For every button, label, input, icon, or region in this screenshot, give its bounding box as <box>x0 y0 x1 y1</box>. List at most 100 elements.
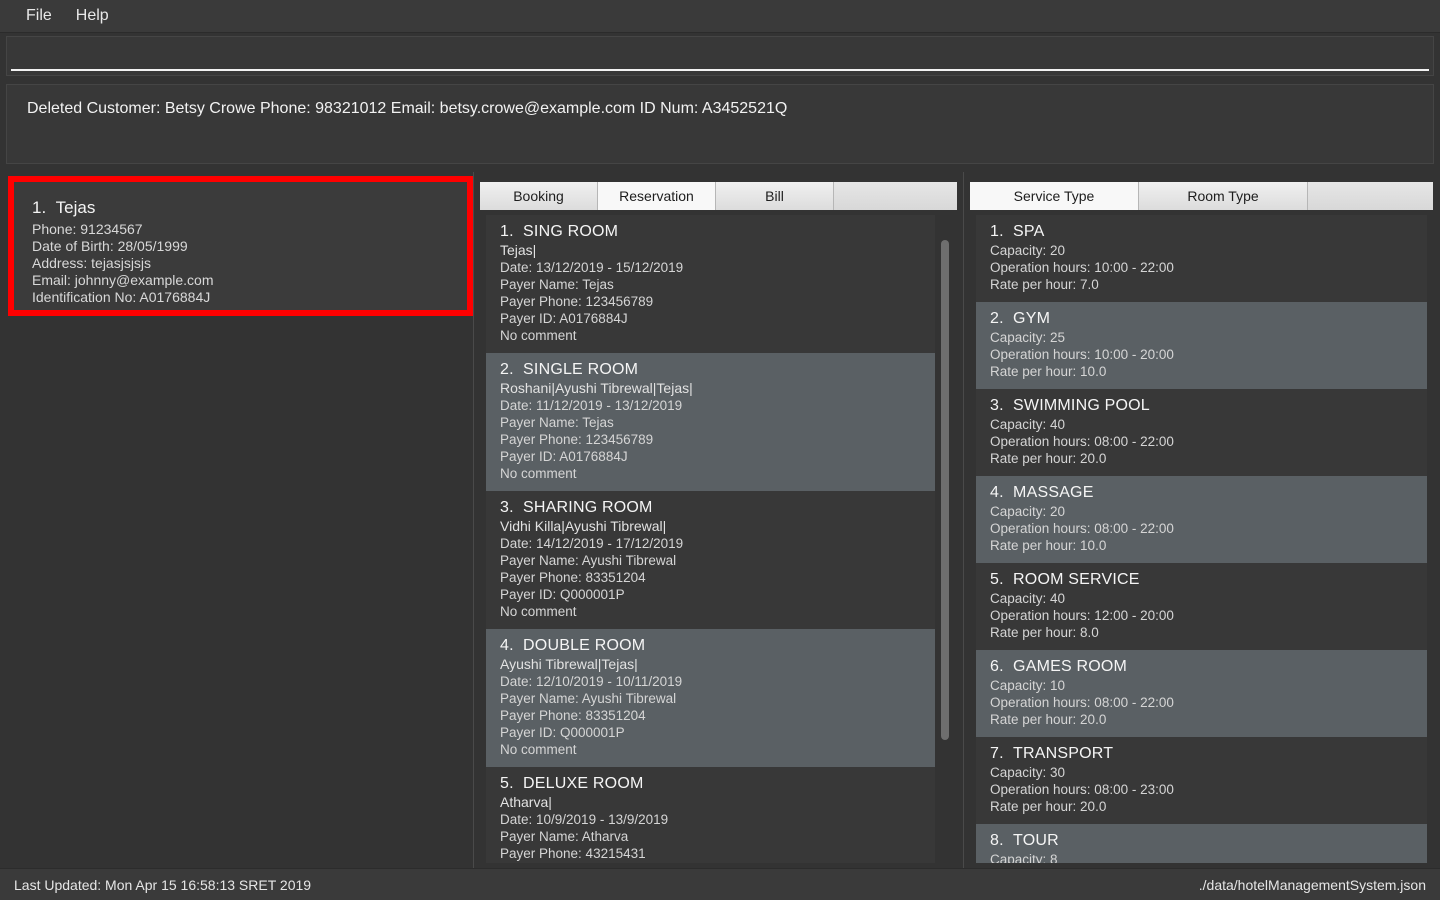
reservation-payer-name: Payer Name: Ayushi Tibrewal <box>500 691 677 706</box>
service-name: SPA <box>1013 223 1045 240</box>
tab-bill[interactable]: Bill <box>716 182 834 210</box>
customer-dob: Date of Birth: 28/05/1999 <box>32 238 188 254</box>
service-tabstrip: Service Type Room Type <box>970 182 1433 210</box>
reservation-payer-id: Payer ID: Q1231432P <box>500 862 935 863</box>
service-rate: Rate per hour: 20.0 <box>990 799 1107 814</box>
tabstrip-filler <box>1308 182 1433 210</box>
list-item[interactable]: 5. DELUXE ROOM Atharva| Date: 10/9/2019 … <box>486 767 935 863</box>
deleted-customer-message: Deleted Customer: Betsy Crowe Phone: 983… <box>27 100 788 117</box>
reservation-date: Date: 14/12/2019 - 17/12/2019 <box>500 536 684 551</box>
list-item[interactable]: 2. SINGLE ROOM Roshani|Ayushi Tibrewal|T… <box>486 353 935 491</box>
menu-item-file[interactable]: File <box>14 4 64 29</box>
reservation-date: Date: 11/12/2019 - 13/12/2019 <box>500 398 683 413</box>
service-title: 4. MASSAGE <box>990 484 1427 502</box>
list-item[interactable]: 5. ROOM SERVICE Capacity: 40 Operation h… <box>976 563 1427 650</box>
service-capacity: Capacity: 30 <box>990 765 1066 780</box>
reservation-payer-name: Payer Name: Tejas <box>500 277 614 292</box>
list-item[interactable]: 3. SWIMMING POOL Capacity: 40 Operation … <box>976 389 1427 476</box>
file-path-label: ./data/hotelManagementSystem.json <box>1198 876 1426 893</box>
list-item[interactable]: 1. SPA Capacity: 20 Operation hours: 10:… <box>976 215 1427 302</box>
reservation-payer-id: Payer ID: Q000001P <box>500 587 625 602</box>
tabstrip-filler <box>834 182 957 210</box>
reservation-guests: Tejas| <box>500 242 537 258</box>
reservation-guests: Vidhi Killa|Ayushi Tibrewal| <box>500 518 667 534</box>
reservation-payer-phone: Payer Phone: 123456789 <box>500 432 654 447</box>
reservation-list: 1. SING ROOM Tejas| Date: 13/12/2019 - 1… <box>486 215 935 863</box>
reservation-room-type: SING ROOM <box>523 223 619 240</box>
list-item[interactable]: 4. DOUBLE ROOM Ayushi Tibrewal|Tejas| Da… <box>486 629 935 767</box>
reservation-guests: Roshani|Ayushi Tibrewal|Tejas| <box>500 380 693 396</box>
customer-list-panel: 1. Tejas Phone: 91234567 Date of Birth: … <box>0 172 474 868</box>
customer-index: 1. <box>32 198 47 217</box>
service-name: SWIMMING POOL <box>1013 397 1150 414</box>
service-capacity: Capacity: 20 <box>990 243 1066 258</box>
service-rate: Rate per hour: 7.0 <box>990 277 1099 292</box>
service-capacity: Capacity: 25 <box>990 330 1066 345</box>
message-banner-wrap: Deleted Customer: Betsy Crowe Phone: 983… <box>0 80 1440 168</box>
service-hours: Operation hours: 08:00 - 22:00 <box>990 521 1174 536</box>
service-name: TRANSPORT <box>1013 745 1114 762</box>
service-capacity: Capacity: 8 <box>990 852 1058 863</box>
service-capacity: Capacity: 40 <box>990 417 1066 432</box>
reservation-title: 4. DOUBLE ROOM <box>500 637 935 655</box>
list-item[interactable]: 1. SING ROOM Tejas| Date: 13/12/2019 - 1… <box>486 215 935 353</box>
service-title: 7. TRANSPORT <box>990 745 1427 763</box>
booking-tabstrip: Booking Reservation Bill <box>480 182 957 210</box>
service-index: 7. <box>990 745 1004 762</box>
reservation-scrollbar[interactable] <box>937 215 953 863</box>
service-name: GAMES ROOM <box>1013 658 1128 675</box>
service-title: 8. TOUR <box>990 832 1427 850</box>
customer-name: Tejas <box>55 198 96 217</box>
customer-phone: Phone: 91234567 <box>32 221 143 237</box>
search-input[interactable] <box>11 39 1429 71</box>
tab-room-type[interactable]: Room Type <box>1139 182 1308 210</box>
reservation-comment: No comment <box>500 742 577 757</box>
list-item[interactable]: 4. MASSAGE Capacity: 20 Operation hours:… <box>976 476 1427 563</box>
reservation-room-type: DOUBLE ROOM <box>523 637 646 654</box>
reservation-payer-phone: Payer Phone: 83351204 <box>500 708 646 723</box>
tab-booking[interactable]: Booking <box>480 182 598 210</box>
service-rate: Rate per hour: 20.0 <box>990 712 1107 727</box>
list-item[interactable]: 8. TOUR Capacity: 8 Operation hours: 10:… <box>976 824 1427 863</box>
customer-identification: Identification No: A0176884J <box>32 289 211 305</box>
list-item[interactable]: 3. SHARING ROOM Vidhi Killa|Ayushi Tibre… <box>486 491 935 629</box>
search-panel <box>6 36 1434 76</box>
service-title: 2. GYM <box>990 310 1427 328</box>
reservation-index: 1. <box>500 223 514 240</box>
list-item[interactable]: 6. GAMES ROOM Capacity: 10 Operation hou… <box>976 650 1427 737</box>
last-updated-label: Last Updated: Mon Apr 15 16:58:13 SRET 2… <box>14 876 312 893</box>
search-strip <box>0 33 1440 78</box>
scrollbar-thumb[interactable] <box>941 240 949 740</box>
list-item[interactable]: 2. GYM Capacity: 25 Operation hours: 10:… <box>976 302 1427 389</box>
reservation-guests: Ayushi Tibrewal|Tejas| <box>500 656 638 672</box>
reservation-payer-id: Payer ID: A0176884J <box>500 449 628 464</box>
menu-item-help[interactable]: Help <box>64 4 121 29</box>
service-title: 6. GAMES ROOM <box>990 658 1427 676</box>
reservation-date: Date: 13/12/2019 - 15/12/2019 <box>500 260 684 275</box>
reservation-payer-name: Payer Name: Tejas <box>500 415 614 430</box>
service-title: 3. SWIMMING POOL <box>990 397 1427 415</box>
service-list: 1. SPA Capacity: 20 Operation hours: 10:… <box>976 215 1427 863</box>
tab-reservation[interactable]: Reservation <box>598 182 716 210</box>
tab-service-type[interactable]: Service Type <box>970 182 1139 210</box>
list-item[interactable]: 7. TRANSPORT Capacity: 30 Operation hour… <box>976 737 1427 824</box>
service-panel: Service Type Room Type 1. SPA Capacity: … <box>964 172 1439 868</box>
status-bar: Last Updated: Mon Apr 15 16:58:13 SRET 2… <box>0 868 1440 900</box>
reservation-title: 3. SHARING ROOM <box>500 499 935 517</box>
service-capacity: Capacity: 10 <box>990 678 1066 693</box>
service-name: TOUR <box>1013 832 1059 849</box>
reservation-payer-phone: Payer Phone: 123456789 <box>500 294 654 309</box>
customer-list-item[interactable]: 1. Tejas Phone: 91234567 Date of Birth: … <box>14 182 467 310</box>
reservation-payer-name: Payer Name: Atharva <box>500 829 629 844</box>
service-hours: Operation hours: 10:00 - 20:00 <box>990 347 1174 362</box>
service-hours: Operation hours: 08:00 - 22:00 <box>990 695 1174 710</box>
reservation-title: 1. SING ROOM <box>500 223 935 241</box>
reservation-date: Date: 10/9/2019 - 13/9/2019 <box>500 812 669 827</box>
service-title: 1. SPA <box>990 223 1427 241</box>
reservation-payer-phone: Payer Phone: 43215431 <box>500 846 646 861</box>
reservation-title: 5. DELUXE ROOM <box>500 775 935 793</box>
service-rate: Rate per hour: 10.0 <box>990 364 1107 379</box>
service-index: 1. <box>990 223 1004 240</box>
service-capacity: Capacity: 40 <box>990 591 1066 606</box>
reservation-comment: No comment <box>500 466 577 481</box>
